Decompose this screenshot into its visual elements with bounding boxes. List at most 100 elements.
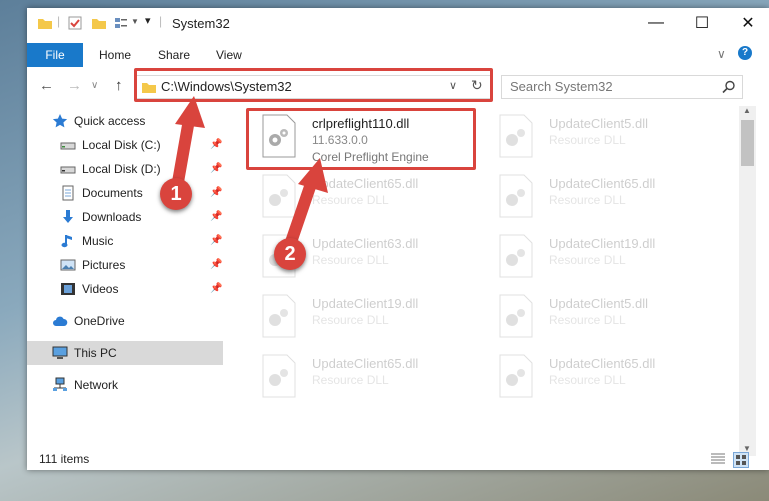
sidebar-item-local-disk-d[interactable]: Local Disk (D:) [27, 157, 223, 181]
videos-icon [61, 283, 75, 295]
recent-locations-button[interactable]: ∨ [91, 80, 98, 91]
file-item[interactable]: UpdateClient65.dll Resource DLL [249, 170, 479, 226]
file-item[interactable]: UpdateClient65.dll Resource DLL [486, 350, 716, 406]
file-name: UpdateClient5.dll [549, 116, 649, 131]
computer-icon [52, 346, 68, 359]
customize-toolbar-icon[interactable] [113, 15, 129, 31]
file-item[interactable]: UpdateClient5.dll Resource DLL [486, 290, 716, 346]
file-type: Resource DLL [549, 193, 626, 207]
help-icon[interactable]: ? [738, 46, 752, 60]
file-name: UpdateClient19.dll [549, 236, 656, 251]
scroll-up-icon[interactable]: ▲ [743, 106, 751, 115]
download-icon [63, 210, 73, 223]
star-icon [52, 114, 68, 128]
properties-icon[interactable] [67, 15, 83, 31]
navigation-pane: Quick access Local Disk (C:) 📌 Local Dis… [27, 106, 223, 456]
cloud-icon [53, 316, 68, 326]
pin-icon[interactable]: 📌 [210, 187, 222, 198]
sidebar-item-this-pc[interactable]: This PC [27, 341, 223, 365]
file-item[interactable]: UpdateClient19.dll Resource DLL [249, 290, 479, 346]
pictures-icon [60, 259, 76, 271]
minimize-button[interactable]: — [633, 8, 679, 38]
file-type: Resource DLL [312, 373, 389, 387]
tiles-view-icon[interactable] [733, 452, 749, 468]
scroll-thumb[interactable] [741, 120, 754, 166]
dll-file-icon [499, 174, 533, 218]
sidebar-item-videos[interactable]: Videos [27, 277, 223, 301]
pin-icon[interactable]: 📌 [210, 235, 222, 246]
status-bar: 111 items [27, 448, 769, 470]
folder-icon [38, 19, 52, 29]
pin-icon[interactable]: 📌 [210, 211, 222, 222]
tab-home[interactable]: Home [99, 48, 131, 62]
step-2-badge: 2 [274, 238, 306, 270]
file-type: Resource DLL [549, 313, 626, 327]
tab-view[interactable]: View [216, 48, 242, 62]
dll-file-icon [499, 114, 533, 158]
sidebar-item-onedrive[interactable]: OneDrive [27, 309, 223, 333]
file-name: UpdateClient65.dll [549, 356, 656, 371]
file-name: UpdateClient65.dll [312, 356, 419, 371]
maximize-button[interactable]: ☐ [679, 8, 725, 38]
pin-icon[interactable]: 📌 [210, 283, 222, 294]
vertical-scrollbar[interactable]: ▲ ▼ [739, 106, 756, 456]
file-item[interactable]: UpdateClient65.dll Resource DLL [486, 170, 716, 226]
step-1-badge: 1 [160, 178, 192, 210]
drive-icon [60, 166, 76, 174]
window-title: System32 [172, 16, 230, 31]
drive-icon [60, 142, 76, 150]
sidebar-item-downloads[interactable]: Downloads [27, 205, 223, 229]
file-item[interactable]: UpdateClient65.dll Resource DLL [249, 350, 479, 406]
music-icon [61, 235, 72, 248]
qa-expand-icon[interactable]: ▾ [145, 14, 151, 27]
forward-button[interactable]: → [67, 77, 82, 94]
dll-file-icon [499, 234, 533, 278]
file-type: Resource DLL [549, 253, 626, 267]
dll-file-icon [499, 354, 533, 398]
up-button[interactable]: ↑ [115, 77, 123, 94]
sidebar-item-pictures[interactable]: Pictures [27, 253, 223, 277]
sidebar-item-documents[interactable]: Documents [27, 181, 223, 205]
search-box[interactable]: Search System32 [501, 75, 743, 99]
dll-file-icon [499, 294, 533, 338]
file-type: Resource DLL [312, 193, 389, 207]
item-count: 111 items [39, 452, 90, 466]
sidebar-item-music[interactable]: Music [27, 229, 223, 253]
address-highlight-box [134, 68, 493, 102]
file-highlight-box [246, 108, 476, 170]
file-item[interactable]: UpdateClient5.dll Resource DLL [486, 110, 716, 166]
ribbon: File Home Share View ∨ ? [27, 43, 769, 67]
pin-icon[interactable]: 📌 [210, 163, 222, 174]
documents-icon [62, 185, 74, 201]
search-input[interactable]: Search System32 [510, 79, 613, 94]
qa-dropdown-icon[interactable]: ▼ [131, 17, 139, 26]
back-button[interactable]: ← [39, 77, 54, 94]
search-icon[interactable] [722, 80, 736, 94]
tab-file[interactable]: File [27, 43, 83, 67]
file-type: Resource DLL [549, 133, 626, 147]
sidebar-item-local-disk-c[interactable]: Local Disk (C:) [27, 133, 223, 157]
file-name: UpdateClient19.dll [312, 296, 419, 311]
ribbon-expand-icon[interactable]: ∨ [717, 47, 726, 61]
file-item[interactable]: UpdateClient19.dll Resource DLL [486, 230, 716, 286]
dll-file-icon [262, 294, 296, 338]
file-type: Resource DLL [312, 313, 389, 327]
dll-file-icon [262, 174, 296, 218]
file-name: UpdateClient65.dll [312, 176, 419, 191]
pin-icon[interactable]: 📌 [210, 259, 222, 270]
details-view-icon[interactable] [711, 453, 725, 465]
file-name: UpdateClient65.dll [549, 176, 656, 191]
file-type: Resource DLL [312, 253, 389, 267]
file-name: UpdateClient5.dll [549, 296, 649, 311]
new-folder-icon[interactable] [91, 15, 107, 31]
file-type: Resource DLL [549, 373, 626, 387]
pin-icon[interactable]: 📌 [210, 139, 222, 150]
file-name: UpdateClient63.dll [312, 236, 419, 251]
sidebar-item-network[interactable]: Network [27, 373, 223, 397]
title-bar: | ▼ ▾ | System32 — ☐ ✕ [27, 8, 769, 38]
tab-share[interactable]: Share [158, 48, 190, 62]
sidebar-item-quick-access[interactable]: Quick access [27, 109, 223, 133]
dll-file-icon [262, 354, 296, 398]
close-button[interactable]: ✕ [725, 8, 769, 38]
network-icon [53, 377, 67, 391]
